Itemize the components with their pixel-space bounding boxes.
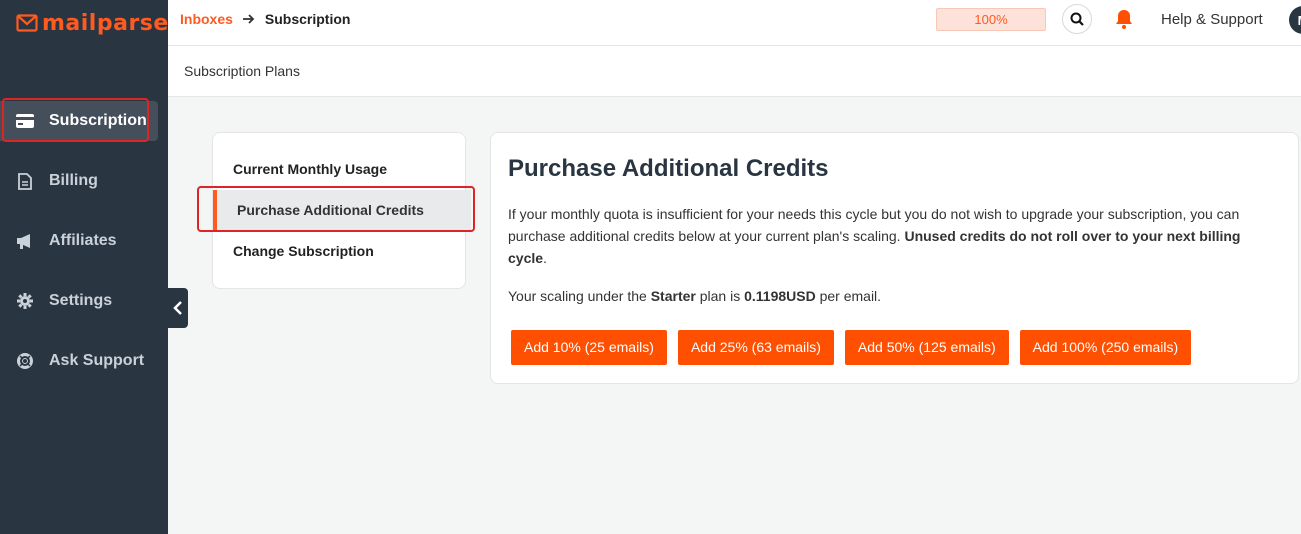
sidebar-item-label: Ask Support [49, 352, 145, 369]
top-bar: Inboxes Subscription 100% Help & Support… [168, 0, 1301, 46]
sidebar: mailparser Subscription Billing Affiliat… [0, 0, 180, 534]
description-end: . [543, 250, 547, 266]
lifebuoy-icon [16, 352, 34, 370]
scaling-text: Your scaling under the Starter plan is 0… [508, 288, 881, 304]
purchase-credits-card: Purchase Additional Credits If your mont… [490, 132, 1299, 384]
arrow-right-icon [242, 14, 255, 24]
add-10-percent-button[interactable]: Add 10% (25 emails) [511, 330, 667, 365]
mailparser-logo[interactable]: mailparser [16, 10, 180, 36]
scaling-mid: plan is [695, 288, 745, 304]
description: If your monthly quota is insufficient fo… [508, 203, 1278, 269]
quota-usage-badge[interactable]: 100% [936, 8, 1046, 31]
sidebar-collapse-button[interactable] [168, 288, 188, 328]
sidebar-item-label: Settings [49, 292, 113, 309]
plan-name: Starter [650, 288, 696, 304]
breadcrumb: Inboxes Subscription [180, 11, 350, 27]
breadcrumb-current: Subscription [264, 11, 351, 27]
menu-item-current-usage[interactable]: Current Monthly Usage [233, 161, 387, 177]
breadcrumb-inboxes-link[interactable]: Inboxes [180, 11, 233, 27]
bell-icon [1116, 10, 1132, 29]
megaphone-icon [16, 232, 34, 250]
price-per-email: 0.1198USD [744, 288, 816, 304]
credit-buttons: Add 10% (25 emails) Add 25% (63 emails) … [511, 330, 1192, 365]
scaling-prefix: Your scaling under the [508, 288, 651, 304]
notifications-button[interactable] [1113, 8, 1135, 30]
highlight-box [197, 186, 475, 232]
section-title: Purchase Additional Credits [508, 155, 829, 182]
sidebar-item-settings[interactable]: Settings [0, 281, 158, 321]
chevron-left-icon [173, 301, 182, 315]
search-icon [1070, 12, 1084, 26]
sidebar-item-affiliates[interactable]: Affiliates [0, 221, 158, 261]
sidebar-item-label: Affiliates [49, 232, 117, 249]
help-support-link[interactable]: Help & Support [1161, 11, 1263, 28]
gear-icon [16, 292, 34, 310]
add-25-percent-button[interactable]: Add 25% (63 emails) [677, 330, 834, 365]
highlight-box [2, 98, 149, 142]
scaling-suffix: per email. [815, 288, 882, 304]
subheader: Subscription Plans [168, 46, 1301, 97]
sidebar-item-label: Billing [49, 172, 98, 189]
sidebar-item-ask-support[interactable]: Ask Support [0, 341, 158, 381]
add-100-percent-button[interactable]: Add 100% (250 emails) [1019, 330, 1192, 365]
menu-item-change-subscription[interactable]: Change Subscription [233, 243, 374, 259]
logo-text: mailparser [42, 10, 181, 36]
document-icon [16, 172, 34, 190]
add-50-percent-button[interactable]: Add 50% (125 emails) [844, 330, 1009, 365]
avatar[interactable]: M [1289, 6, 1301, 34]
sidebar-item-billing[interactable]: Billing [0, 161, 158, 201]
search-button[interactable] [1062, 4, 1092, 34]
page-title: Subscription Plans [184, 63, 300, 79]
envelope-logo-icon [16, 14, 38, 32]
